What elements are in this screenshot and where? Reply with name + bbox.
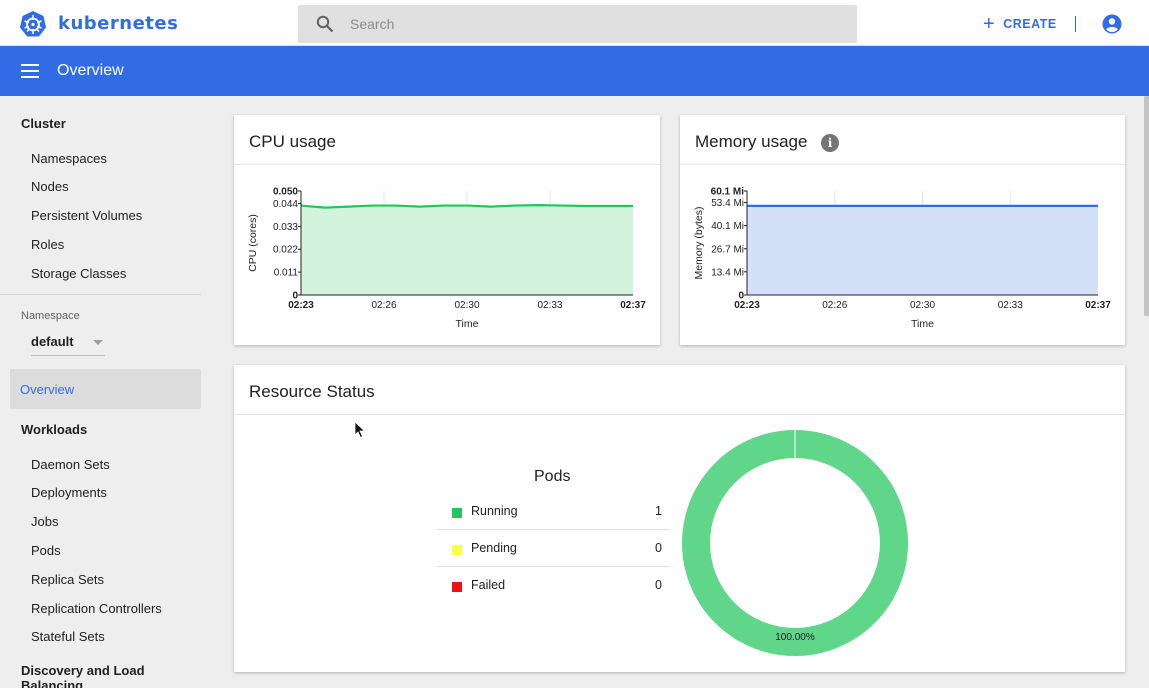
search-box[interactable] <box>298 5 857 43</box>
sidebar-section-cluster[interactable]: Cluster <box>21 116 66 131</box>
y-tick-label: 53.4 Mi <box>711 198 744 209</box>
sidebar-item-storage-classes[interactable]: Storage Classes <box>31 266 126 281</box>
mouse-cursor-icon <box>354 421 366 439</box>
namespace-select[interactable]: default <box>31 334 105 356</box>
resource-status-card: Resource Status Pods Running 1 Pending 0… <box>234 365 1125 672</box>
x-tick-label: 02:33 <box>998 300 1023 311</box>
sidebar-divider <box>0 294 201 295</box>
x-tick-label: 02:23 <box>734 300 760 311</box>
resource-card-title: Resource Status <box>249 382 375 401</box>
y-tick-label: 60.1 Mi <box>711 187 745 198</box>
pods-row-pending: Pending 0 <box>438 530 670 567</box>
sidebar-item-replica-sets[interactable]: Replica Sets <box>31 572 104 587</box>
x-axis-label: Time <box>911 318 934 330</box>
y-tick-label: 0.011 <box>274 268 299 279</box>
memory-card-title: Memory usage <box>695 132 808 151</box>
pods-title: Pods <box>534 468 571 485</box>
info-icon[interactable]: i <box>821 134 839 152</box>
kubernetes-logo-icon[interactable] <box>19 10 47 38</box>
legend-swatch-pending <box>452 545 462 555</box>
sidebar-item-overview-label: Overview <box>20 382 75 397</box>
pods-row-label: Pending <box>471 541 517 555</box>
y-tick-label: 0.022 <box>273 245 298 256</box>
sidebar-item-daemon-sets[interactable]: Daemon Sets <box>31 457 110 472</box>
y-tick-label: 13.4 Mi <box>711 267 744 278</box>
app-brand[interactable]: kubernetes <box>58 13 178 34</box>
x-tick-label: 02:30 <box>454 300 479 311</box>
dropdown-caret-icon <box>93 340 103 345</box>
y-tick-label: 0.033 <box>273 222 298 233</box>
top-bar: kubernetes + CREATE <box>0 0 1149 46</box>
card-separator <box>234 414 1125 415</box>
pods-donut-chart: 100.00% <box>682 430 908 656</box>
sidebar-item-pods[interactable]: Pods <box>31 543 61 558</box>
sidebar-section-workloads[interactable]: Workloads <box>21 422 87 437</box>
x-tick-label: 02:37 <box>1085 300 1111 311</box>
account-icon[interactable] <box>1102 14 1122 34</box>
y-tick-label: 40.1 Mi <box>711 221 744 232</box>
create-label: CREATE <box>1003 17 1057 31</box>
y-tick-label: 0.044 <box>273 199 298 210</box>
page-title: Overview <box>57 62 124 79</box>
sidebar-item-namespaces[interactable]: Namespaces <box>31 151 107 166</box>
series-area <box>747 205 1098 295</box>
pods-row-label: Running <box>471 504 518 518</box>
x-tick-label: 02:23 <box>288 300 314 311</box>
pods-row-value: 1 <box>655 504 662 518</box>
x-tick-label: 02:26 <box>822 300 847 311</box>
page-scrollbar[interactable] <box>1144 96 1149 316</box>
y-tick-label: 26.7 Mi <box>711 244 744 255</box>
sidebar-item-deployments[interactable]: Deployments <box>31 485 107 500</box>
x-tick-label: 02:33 <box>537 300 562 311</box>
y-tick-label: 0.050 <box>273 187 298 198</box>
donut-ring-running <box>682 430 908 656</box>
plus-icon: + <box>983 13 996 35</box>
memory-usage-chart: 013.4 Mi26.7 Mi40.1 Mi53.4 Mi60.1 Mi02:2… <box>693 187 1111 331</box>
cpu-usage-chart: 00.0110.0220.0330.0440.05002:23 02:26 02:3… <box>247 187 646 331</box>
search-input[interactable] <box>350 5 840 43</box>
legend-swatch-failed <box>452 582 462 592</box>
sidebar-item-stateful-sets[interactable]: Stateful Sets <box>31 629 105 644</box>
namespace-value: default <box>31 334 74 349</box>
memory-usage-card: Memory usage i 0 13.4 Mi 26.7 Mi 40.1 Mi 53.… <box>680 115 1125 345</box>
cpu-card-title: CPU usage <box>249 132 336 151</box>
x-tick-label: 02:37 <box>620 300 646 311</box>
toolbar-divider <box>1075 16 1076 32</box>
sidebar-item-overview[interactable]: Overview <box>10 369 201 409</box>
sidebar-item-roles[interactable]: Roles <box>31 237 64 252</box>
x-tick-label: 02:30 <box>910 300 935 311</box>
pods-row-running: Running 1 <box>438 493 670 530</box>
x-tick-label: 02:26 <box>371 300 396 311</box>
create-button[interactable]: + CREATE <box>983 14 1057 34</box>
namespace-label: Namespace <box>21 310 80 322</box>
pods-row-failed: Failed 0 <box>438 567 670 604</box>
x-axis-label: Time <box>456 318 479 330</box>
sidebar-item-jobs[interactable]: Jobs <box>31 514 58 529</box>
sidebar-item-replication-controllers[interactable]: Replication Controllers <box>31 601 162 616</box>
legend-swatch-running <box>452 508 462 518</box>
sidebar-section-discovery[interactable]: Discovery and Load Balancing <box>21 663 210 688</box>
search-icon <box>316 15 334 33</box>
sidebar: Cluster Namespaces Nodes Persistent Volu… <box>0 96 210 688</box>
pods-row-value: 0 <box>655 541 662 555</box>
pods-row-label: Failed <box>471 578 506 592</box>
cpu-usage-card: CPU usage 0 0.011 0.022 0.033 0.044 0.050 02:2… <box>234 115 660 345</box>
sidebar-item-nodes[interactable]: Nodes <box>31 179 69 194</box>
y-axis-label: CPU (cores) <box>247 214 259 272</box>
page-header: Overview <box>0 46 1149 96</box>
pods-row-value: 0 <box>655 578 662 592</box>
sidebar-item-persistent-volumes[interactable]: Persistent Volumes <box>31 208 142 223</box>
donut-percent-label: 100.00% <box>775 632 815 643</box>
series-area <box>301 205 633 295</box>
hamburger-menu-icon[interactable] <box>21 64 39 78</box>
y-axis-label: Memory (bytes) <box>693 207 705 280</box>
